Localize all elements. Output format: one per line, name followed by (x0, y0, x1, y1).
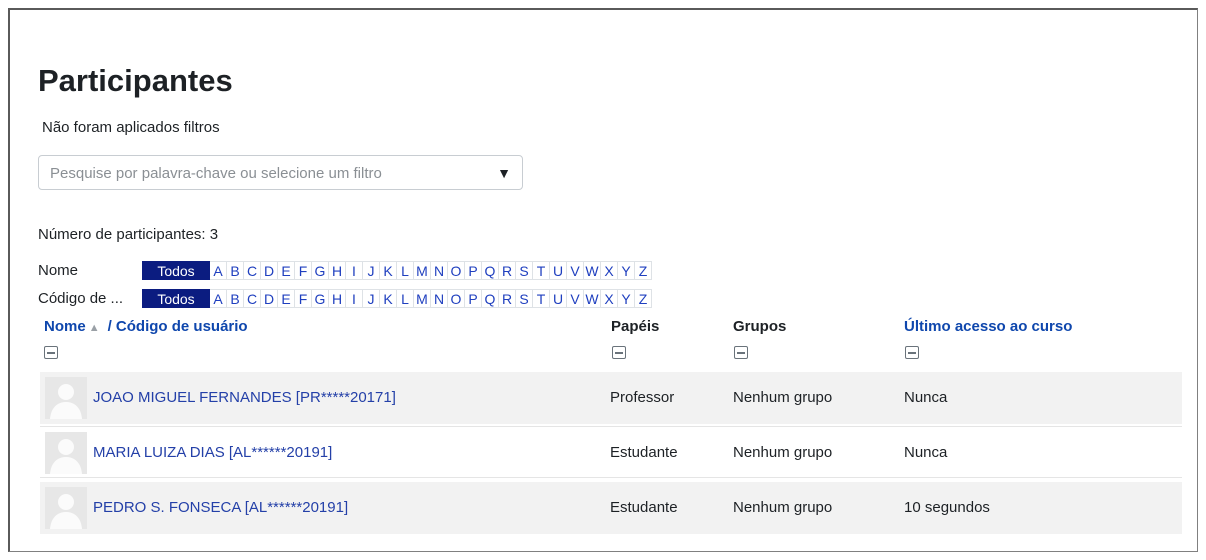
collapse-column-icon[interactable] (44, 346, 58, 359)
initial-letter-i[interactable]: I (346, 260, 363, 280)
column-header-name: Nome ▲ / Código de usuário (44, 318, 248, 335)
initial-all-link[interactable]: Todos (142, 260, 210, 280)
participant-last-access: Nunca (904, 389, 948, 406)
column-header-groups: Grupos (733, 318, 787, 335)
initial-all-link[interactable]: Todos (142, 288, 210, 308)
collapse-column-icon[interactable] (612, 346, 626, 359)
initial-letter-d[interactable]: D (261, 288, 278, 308)
table-row: JOAO MIGUEL FERNANDES [PR*****20171] Pro… (40, 372, 1182, 424)
initial-letter-d[interactable]: D (261, 260, 278, 280)
initial-letter-c[interactable]: C (244, 288, 261, 308)
initial-letter-v[interactable]: V (567, 260, 584, 280)
initial-letter-u[interactable]: U (550, 260, 567, 280)
participant-name-link[interactable]: MARIA LUIZA DIAS [AL******20191] (93, 444, 332, 461)
participant-name-link[interactable]: PEDRO S. FONSECA [AL******20191] (93, 499, 348, 516)
initial-letter-k[interactable]: K (380, 288, 397, 308)
initial-letter-y[interactable]: Y (618, 288, 635, 308)
initial-letter-p[interactable]: P (465, 260, 482, 280)
initial-letter-l[interactable]: L (397, 260, 414, 280)
default-user-avatar-icon (45, 377, 87, 419)
initial-letter-i[interactable]: I (346, 288, 363, 308)
initial-letter-t[interactable]: T (533, 288, 550, 308)
initial-letter-k[interactable]: K (380, 260, 397, 280)
initial-letter-n[interactable]: N (431, 288, 448, 308)
initial-letter-o[interactable]: O (448, 260, 465, 280)
sort-by-user-code-link[interactable]: / Código de usuário (108, 318, 248, 335)
letter-bar: Todos A B C D E F G H I J K L M N O P Q R S T U V W X Y Z (142, 288, 652, 308)
initial-letter-y[interactable]: Y (618, 260, 635, 280)
table-row: MARIA LUIZA DIAS [AL******20191] Estudan… (40, 426, 1182, 478)
collapse-column-icon[interactable] (905, 346, 919, 359)
initial-letter-a[interactable]: A (210, 260, 227, 280)
initial-letter-z[interactable]: Z (635, 260, 652, 280)
initial-letter-j[interactable]: J (363, 288, 380, 308)
filter-status: Não foram aplicados filtros (42, 119, 220, 136)
first-name-initials-bar: Nome Todos A B C D E F G H I J K L M N O P Q R S T U V W X Y Z (38, 260, 652, 280)
initial-letter-f[interactable]: F (295, 288, 312, 308)
page-title: Participantes (38, 63, 233, 98)
initial-letter-l[interactable]: L (397, 288, 414, 308)
initial-letter-c[interactable]: C (244, 260, 261, 280)
column-header-roles: Papéis (611, 318, 660, 335)
participant-name-link[interactable]: JOAO MIGUEL FERNANDES [PR*****20171] (93, 389, 396, 406)
collapse-column-icon[interactable] (734, 346, 748, 359)
initial-letter-r[interactable]: R (499, 260, 516, 280)
initial-letter-s[interactable]: S (516, 288, 533, 308)
initial-letter-m[interactable]: M (414, 288, 431, 308)
initial-letter-g[interactable]: G (312, 260, 329, 280)
initial-letter-n[interactable]: N (431, 260, 448, 280)
sort-by-name-link[interactable]: Nome (44, 318, 86, 335)
initial-letter-a[interactable]: A (210, 288, 227, 308)
initials-label-name: Nome (38, 261, 79, 279)
initial-letter-z[interactable]: Z (635, 288, 652, 308)
participant-group: Nenhum grupo (733, 389, 833, 406)
initial-letter-g[interactable]: G (312, 288, 329, 308)
initial-letter-b[interactable]: B (227, 260, 244, 280)
initial-letter-q[interactable]: Q (482, 288, 499, 308)
participant-role: Estudante (610, 444, 678, 461)
default-user-avatar-icon (45, 487, 87, 529)
initial-letter-h[interactable]: H (329, 260, 346, 280)
initial-letter-w[interactable]: W (584, 288, 601, 308)
default-user-avatar-icon (45, 432, 87, 474)
filter-search-input[interactable]: Pesquise por palavra-chave ou selecione … (38, 155, 523, 190)
sort-ascending-icon: ▲ (88, 322, 100, 334)
participant-last-access: Nunca (904, 444, 948, 461)
initial-letter-r[interactable]: R (499, 288, 516, 308)
initial-letter-j[interactable]: J (363, 260, 380, 280)
initial-letter-v[interactable]: V (567, 288, 584, 308)
initial-letter-w[interactable]: W (584, 260, 601, 280)
participant-group: Nenhum grupo (733, 444, 833, 461)
participant-count: Número de participantes: 3 (38, 226, 219, 243)
initial-letter-o[interactable]: O (448, 288, 465, 308)
dropdown-arrow-icon[interactable]: ▼ (497, 165, 511, 181)
letter-bar: Todos A B C D E F G H I J K L M N O P Q R S T U V W X Y Z (142, 260, 652, 280)
initial-letter-s[interactable]: S (516, 260, 533, 280)
initial-letter-b[interactable]: B (227, 288, 244, 308)
initial-letter-p[interactable]: P (465, 288, 482, 308)
participant-last-access: 10 segundos (904, 499, 990, 516)
initial-letter-t[interactable]: T (533, 260, 550, 280)
initial-letter-e[interactable]: E (278, 288, 295, 308)
participant-group: Nenhum grupo (733, 499, 833, 516)
participant-role: Estudante (610, 499, 678, 516)
initial-letter-e[interactable]: E (278, 260, 295, 280)
table-row: PEDRO S. FONSECA [AL******20191] Estudan… (40, 482, 1182, 534)
initial-letter-f[interactable]: F (295, 260, 312, 280)
initial-letter-h[interactable]: H (329, 288, 346, 308)
initials-label-code: Código de ... (38, 289, 124, 307)
participant-role: Professor (610, 389, 675, 406)
initial-letter-u[interactable]: U (550, 288, 567, 308)
initial-letter-x[interactable]: X (601, 288, 618, 308)
initial-letter-x[interactable]: X (601, 260, 618, 280)
initial-letter-q[interactable]: Q (482, 260, 499, 280)
search-placeholder: Pesquise por palavra-chave ou selecione … (50, 165, 382, 182)
column-header-last-access[interactable]: Último acesso ao curso (904, 318, 1072, 335)
user-code-initials-bar: Código de ... Todos A B C D E F G H I J K L M N O P Q R S T U… (38, 288, 652, 308)
initial-letter-m[interactable]: M (414, 260, 431, 280)
